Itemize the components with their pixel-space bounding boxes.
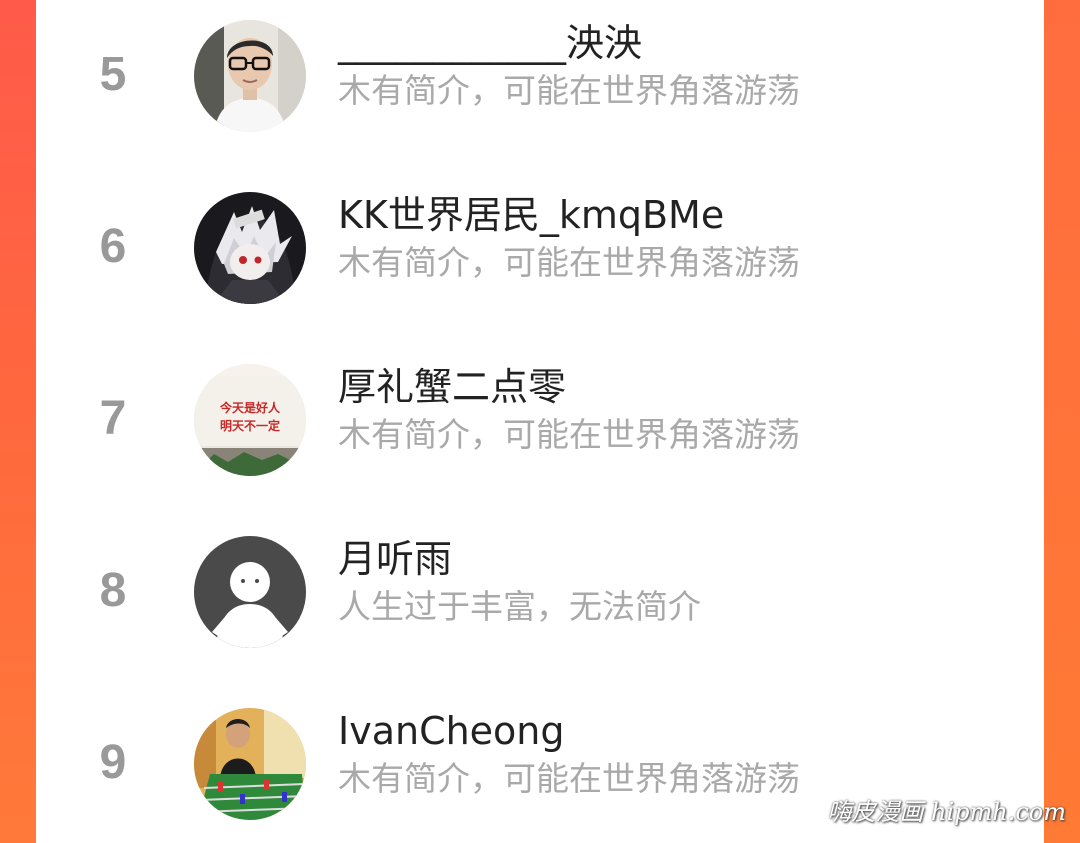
default-avatar-icon xyxy=(194,536,306,648)
user-avatar[interactable] xyxy=(194,192,306,304)
user-avatar[interactable] xyxy=(194,708,306,820)
user-bio: 人生过于丰富，无法简介 xyxy=(338,587,701,626)
photo-avatar-glasses-person-icon xyxy=(194,20,306,132)
user-name[interactable]: ____________泱泱 xyxy=(338,18,642,68)
background-edge-right xyxy=(1044,0,1080,843)
rank-number: 6 xyxy=(99,220,127,273)
avatar-sign-line2: 明天不一定 xyxy=(220,418,280,433)
photo-avatar-foosball-icon xyxy=(194,708,306,820)
user-avatar[interactable] xyxy=(194,20,306,132)
list-item[interactable]: 6 KK世界居民_kmqBMe 木有简介，可能在世界角落游荡 xyxy=(36,172,1044,322)
list-item[interactable]: 8 月听雨 人生过于丰富，无法简介 xyxy=(36,516,1044,666)
rank-number: 7 xyxy=(99,392,127,445)
rank-number: 8 xyxy=(99,564,127,617)
user-bio: 木有简介，可能在世界角落游荡 xyxy=(338,759,800,798)
user-bio: 木有简介，可能在世界角落游荡 xyxy=(338,71,800,110)
user-bio: 木有简介，可能在世界角落游荡 xyxy=(338,415,800,454)
anime-character-avatar-icon xyxy=(194,192,306,304)
user-name[interactable]: 月听雨 xyxy=(338,534,452,584)
ranking-list-panel: 5 ____________泱泱 木有简介，可能在世界角落游荡 6 KK世界居民… xyxy=(36,0,1044,843)
text-sign-avatar-icon: 今天是好人 明天不一定 xyxy=(194,364,306,476)
list-item[interactable]: 5 ____________泱泱 木有简介，可能在世界角落游荡 xyxy=(36,0,1044,150)
user-avatar[interactable]: 今天是好人 明天不一定 xyxy=(194,364,306,476)
user-name[interactable]: 厚礼蟹二点零 xyxy=(338,362,566,412)
rank-number: 9 xyxy=(99,736,127,789)
user-name[interactable]: IvanCheong xyxy=(338,706,565,756)
user-avatar[interactable] xyxy=(194,536,306,648)
watermark: 嗨皮漫画 hipmh.com xyxy=(827,798,1066,826)
user-name[interactable]: KK世界居民_kmqBMe xyxy=(338,190,724,240)
avatar-sign-line1: 今天是好人 xyxy=(219,400,281,415)
user-bio: 木有简介，可能在世界角落游荡 xyxy=(338,243,800,282)
rank-number: 5 xyxy=(99,48,127,101)
list-item[interactable]: 7 今天是好人 明天不一定 厚礼蟹二点零 木有简介，可能在世界角落游荡 xyxy=(36,344,1044,494)
